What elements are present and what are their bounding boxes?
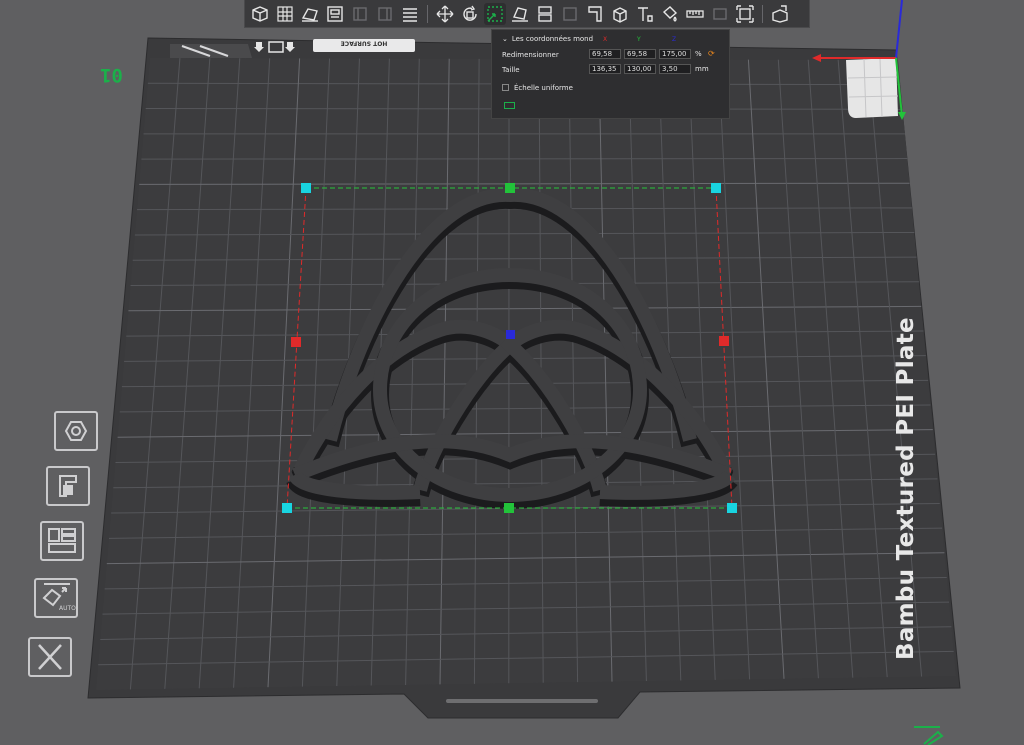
scale-z-input[interactable]: 175,00 [659,49,691,59]
lay-on-face-icon[interactable] [509,3,531,25]
split-objects-icon[interactable] [349,3,371,25]
scale-unit: % [695,50,702,58]
coord-system-dropdown[interactable]: ⌄ Les coordonnées mond [502,33,593,44]
reset-scale-icon[interactable]: ⟳ [708,49,715,58]
close-icon[interactable] [28,637,72,677]
layout-icon[interactable] [324,3,346,25]
z-axis-label: Z [672,36,677,43]
size-label: Taille [502,65,520,74]
x-handle-right [719,336,729,346]
y-handle-bottom [504,503,514,513]
extruder-icon[interactable] [46,466,90,506]
uniform-scale-checkbox[interactable] [502,84,509,91]
color-paint-icon[interactable] [659,3,681,25]
size-x-input[interactable]: 136,35 [589,64,621,74]
drop-to-bed-icon[interactable] [504,102,515,109]
toolbar-separator [762,4,763,23]
corner-handle-top-right [711,183,721,193]
arrange-grid-icon[interactable] [274,3,296,25]
scale-y-input[interactable]: 69,58 [624,49,656,59]
z-handle [506,330,515,339]
fit-to-bed-icon[interactable] [734,3,756,25]
corner-handle-bottom-left [282,503,292,513]
plate-handle [446,699,598,703]
support-paint-icon[interactable] [559,3,581,25]
layers-icon[interactable] [399,3,421,25]
z-axis [895,0,903,59]
slice-status-icon [914,726,944,745]
move-icon[interactable] [434,3,456,25]
svg-text:AUTO: AUTO [59,605,76,612]
corner-handle-top-left [301,183,311,193]
plate-type-label: Bambu Textured PEI Plate [893,317,919,660]
uniform-scale-row[interactable]: Échelle uniforme [502,82,573,93]
arrange-icon[interactable] [40,521,84,561]
scale-icon[interactable] [484,2,506,25]
scale-label: Redimensionner [502,50,559,59]
split-parts-icon[interactable] [374,3,396,25]
assembly-icon[interactable] [709,3,731,25]
size-z-input[interactable]: 3,50 [659,64,691,74]
y-axis-label: Y [637,36,641,43]
view-cube [846,58,899,118]
add-object-icon[interactable] [249,3,271,25]
rotate-icon[interactable] [459,3,481,25]
size-y-input[interactable]: 130,00 [624,64,656,74]
scale-panel: ⌄ Les coordonnées mond X Y Z Redimension… [491,29,730,119]
view-icon[interactable] [769,3,791,25]
top-toolbar [244,0,810,28]
coord-system-label: Les coordonnées mond [511,34,594,43]
scale-x-input[interactable]: 69,58 [589,49,621,59]
x-axis-label: X [603,36,608,43]
y-handle-top [505,183,515,193]
chevron-down-icon: ⌄ [502,34,508,43]
nut-icon[interactable] [54,411,98,451]
plate-number: 01 [100,64,123,86]
corner-handle-bottom-right [727,503,737,513]
measure-icon[interactable] [684,3,706,25]
auto-orient-icon[interactable]: AUTO [34,578,78,618]
cut-icon[interactable] [534,3,556,25]
x-handle-left [291,337,301,347]
cube-icon[interactable] [609,3,631,25]
grid-line [141,158,908,160]
orient-icon[interactable] [299,3,321,25]
measure-text-icon[interactable] [634,3,656,25]
hot-surface-warning: HOT SURFACE [313,39,415,52]
toolbar-separator [427,4,428,23]
size-unit: mm [695,65,709,73]
uniform-scale-label: Échelle uniforme [514,83,573,92]
seam-paint-icon[interactable] [584,3,606,25]
